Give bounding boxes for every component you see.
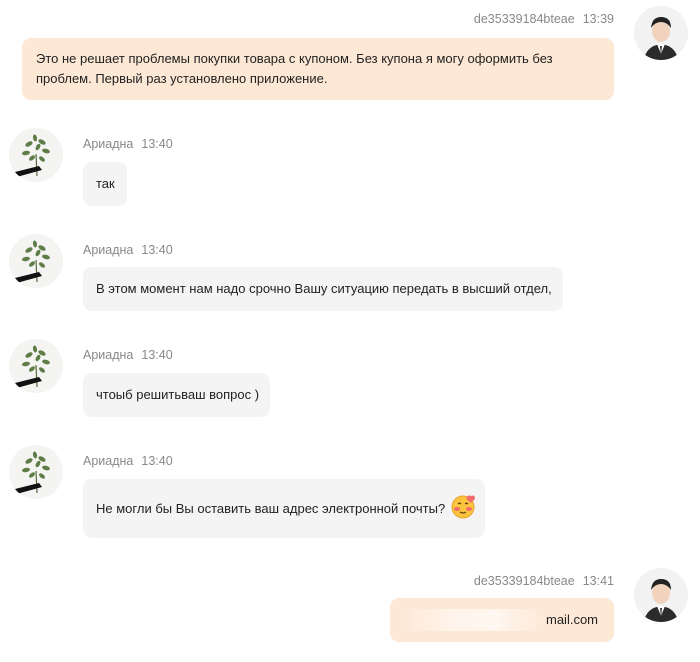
- plant-avatar-icon: [9, 234, 63, 288]
- user-avatar-icon: [634, 6, 688, 60]
- user-avatar[interactable]: [634, 568, 688, 622]
- plant-avatar-icon: [9, 128, 63, 182]
- message-meta: de35339184bteae 13:39: [474, 12, 614, 26]
- message-time: 13:40: [141, 137, 173, 151]
- sender-name: de35339184bteae: [473, 574, 575, 588]
- sender-name: Ариадна: [83, 137, 134, 151]
- blushing-face-emoji-icon: [449, 492, 477, 526]
- redacted-email: [398, 609, 546, 631]
- message-text: Не могли бы Вы оставить ваш адрес электр…: [96, 500, 446, 516]
- sender-name: de35339184bteae: [473, 12, 575, 26]
- incoming-message-bubble: чтоыб решитьваш вопрос ): [83, 373, 270, 417]
- message-text: так: [96, 176, 115, 191]
- sender-name: Ариадна: [83, 454, 134, 468]
- agent-avatar[interactable]: [9, 234, 63, 288]
- user-avatar-icon: [634, 568, 688, 622]
- sender-name: Ариадна: [83, 348, 134, 362]
- message-meta: Ариадна 13:40: [83, 243, 173, 257]
- agent-avatar[interactable]: [9, 128, 63, 182]
- plant-avatar-icon: [9, 445, 63, 499]
- agent-avatar[interactable]: [9, 339, 63, 393]
- incoming-message-bubble: так: [83, 162, 127, 206]
- message-time: 13:40: [141, 454, 173, 468]
- sender-name: Ариадна: [83, 243, 134, 257]
- message-text: В этом момент нам надо срочно Вашу ситуа…: [96, 281, 552, 296]
- message-time: 13:40: [141, 243, 173, 257]
- message-meta: Ариадна 13:40: [83, 454, 173, 468]
- message-text: чтоыб решитьваш вопрос ): [96, 387, 260, 402]
- plant-avatar-icon: [9, 339, 63, 393]
- message-text: Это не решает проблемы покупки товара с …: [36, 51, 553, 86]
- incoming-message-bubble: В этом момент нам надо срочно Вашу ситуа…: [83, 267, 563, 311]
- message-time: 13:41: [582, 574, 614, 588]
- agent-avatar[interactable]: [9, 445, 63, 499]
- message-meta: de35339184bteae 13:41: [474, 574, 614, 588]
- message-time: 13:40: [141, 348, 173, 362]
- message-meta: Ариадна 13:40: [83, 348, 173, 362]
- outgoing-message-bubble: Это не решает проблемы покупки товара с …: [22, 38, 614, 100]
- incoming-message-bubble: Не могли бы Вы оставить ваш адрес электр…: [83, 479, 485, 538]
- message-meta: Ариадна 13:40: [83, 137, 173, 151]
- outgoing-message-bubble: mail.com: [390, 598, 614, 642]
- user-avatar[interactable]: [634, 6, 688, 60]
- message-text: mail.com: [546, 612, 599, 627]
- message-time: 13:39: [582, 12, 614, 26]
